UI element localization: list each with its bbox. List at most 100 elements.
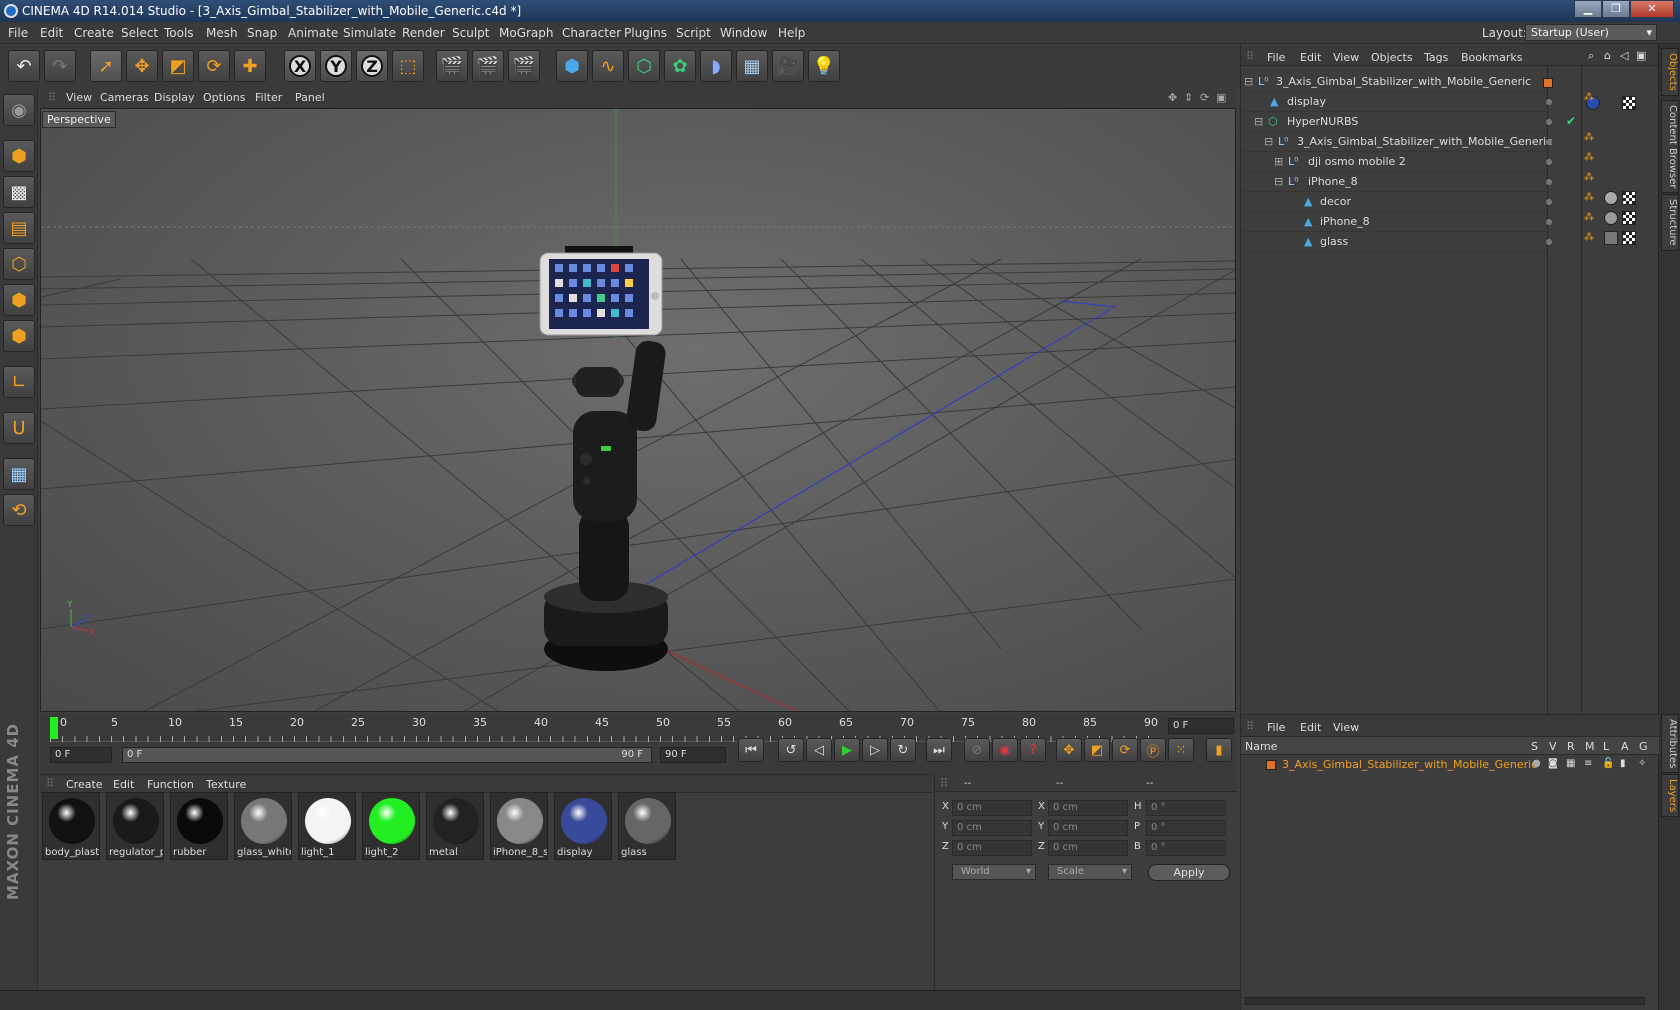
material-swatch[interactable]: glass_white	[234, 792, 292, 860]
collapse-icon[interactable]: ⊟	[1274, 175, 1283, 188]
layout-select[interactable]: Startup (User) ▾	[1525, 24, 1657, 41]
material-swatch[interactable]: light_1	[298, 792, 356, 860]
axis-mode-button[interactable]: ∟	[3, 366, 35, 398]
previous-frame-button[interactable]: ◁	[806, 738, 832, 762]
layers-column-generators[interactable]: G	[1639, 740, 1648, 753]
search-icon[interactable]: ⌕	[1588, 49, 1594, 63]
key-parameter-button[interactable]: Ⓟ	[1140, 738, 1166, 762]
dolly-icon[interactable]: ⇕	[1184, 91, 1193, 104]
phong-tag-icon[interactable]: ⁂	[1584, 132, 1594, 143]
next-key-button[interactable]: ↻	[890, 738, 916, 762]
layers-column-manager[interactable]: M	[1585, 740, 1595, 753]
size-y-field[interactable]: 0 cm	[1048, 820, 1128, 836]
layers-menu-file[interactable]: File	[1267, 721, 1285, 734]
points-mode-button[interactable]: ⬡	[3, 248, 35, 280]
position-z-field[interactable]: 0 cm	[952, 840, 1032, 856]
object-row[interactable]: ▲ display	[1240, 92, 1546, 112]
playhead[interactable]	[50, 717, 58, 739]
viewport-menu-panel[interactable]: Panel	[295, 91, 325, 104]
apply-button[interactable]: Apply	[1148, 864, 1230, 881]
object-row[interactable]: ⊞ L⁰ dji osmo mobile 2	[1240, 152, 1546, 172]
recent-tools-button[interactable]: ✚	[234, 50, 266, 82]
key-position-button[interactable]: ✥	[1056, 738, 1082, 762]
end-frame-field[interactable]: 90 F	[660, 747, 726, 763]
rotation-b-field[interactable]: 0 °	[1146, 840, 1226, 856]
material-swatch[interactable]: light_2	[362, 792, 420, 860]
rotation-p-field[interactable]: 0 °	[1146, 820, 1226, 836]
generator-icon[interactable]: ✧	[1638, 758, 1646, 769]
key-rotation-button[interactable]: ⟳	[1112, 738, 1138, 762]
collapse-icon[interactable]: ⊟	[1254, 115, 1263, 128]
add-light-button[interactable]: 💡	[808, 50, 840, 82]
rotation-h-field[interactable]: 0 °	[1146, 800, 1226, 816]
add-spline-button[interactable]: ∿	[592, 50, 624, 82]
layers-column-locked[interactable]: L	[1603, 740, 1609, 753]
minimize-button[interactable]: ▁	[1574, 0, 1602, 18]
expand-icon[interactable]: ⊞	[1274, 155, 1283, 168]
menu-tools[interactable]: Tools	[164, 26, 194, 40]
horizontal-scrollbar[interactable]	[1245, 997, 1645, 1005]
material-swatch[interactable]: glass	[618, 792, 676, 860]
menu-snap[interactable]: Snap	[247, 26, 277, 40]
layers-column-solo[interactable]: S	[1531, 740, 1538, 753]
menu-character[interactable]: Character	[562, 26, 621, 40]
tab-layers[interactable]: Layers	[1661, 774, 1679, 818]
materials-menu-texture[interactable]: Texture	[206, 778, 246, 791]
live-selection-button[interactable]: ➚	[90, 50, 122, 82]
model-mode-button[interactable]: ⬢	[3, 140, 35, 172]
viewport-menu-view[interactable]: View	[66, 91, 92, 104]
x-axis-button[interactable]: X	[284, 50, 316, 82]
menu-simulate[interactable]: Simulate	[343, 26, 396, 40]
timeline-window-button[interactable]: ▮	[1206, 738, 1232, 762]
texture-tag-icon[interactable]	[1622, 211, 1636, 225]
texture-tag-icon[interactable]	[1622, 191, 1636, 205]
tab-attributes[interactable]: Attributes	[1661, 714, 1679, 774]
layers-menu-edit[interactable]: Edit	[1300, 721, 1321, 734]
objects-menu-objects[interactable]: Objects	[1371, 51, 1413, 64]
eye-icon[interactable]: ◙	[1548, 758, 1558, 769]
add-cube-button[interactable]: ⬢	[556, 50, 588, 82]
coordinate-mode-select[interactable]: World ▾	[952, 864, 1036, 880]
rotate-button[interactable]: ⟳	[198, 50, 230, 82]
layers-column-name[interactable]: Name	[1245, 740, 1277, 753]
new-view-icon[interactable]: ▣	[1636, 49, 1646, 62]
material-tag-icon[interactable]	[1604, 191, 1618, 205]
material-swatch[interactable]: body_plast	[42, 792, 100, 860]
make-editable-button[interactable]: ◉	[3, 94, 35, 126]
layers-column-view[interactable]: V	[1549, 740, 1557, 753]
close-button[interactable]: ✕	[1630, 0, 1674, 18]
objects-menu-tags[interactable]: Tags	[1424, 51, 1448, 64]
render-icon[interactable]: ▦	[1566, 758, 1575, 769]
menu-script[interactable]: Script	[676, 26, 711, 40]
size-x-field[interactable]: 0 cm	[1048, 800, 1128, 816]
menu-edit[interactable]: Edit	[40, 26, 63, 40]
add-nurbs-button[interactable]: ⬡	[628, 50, 660, 82]
add-deformer-button[interactable]: ◗	[700, 50, 732, 82]
visibility-dot[interactable]	[1546, 199, 1552, 205]
add-array-button[interactable]: ✿	[664, 50, 696, 82]
visibility-dot[interactable]	[1546, 159, 1552, 165]
layer-color-swatch[interactable]	[1543, 78, 1553, 88]
material-swatch[interactable]: rubber	[170, 792, 228, 860]
layer-solo-icon[interactable]: ●	[1532, 758, 1541, 769]
edit-render-settings-button[interactable]: 🎬	[508, 50, 540, 82]
current-frame-field[interactable]: 0 F	[1168, 718, 1234, 734]
pan-icon[interactable]: ✥	[1168, 91, 1177, 104]
layers-column-animation[interactable]: A	[1621, 740, 1629, 753]
visibility-dot[interactable]	[1546, 99, 1552, 105]
menu-window[interactable]: Window	[720, 26, 767, 40]
home-icon[interactable]: ⌂	[1604, 49, 1611, 62]
move-button[interactable]: ✥	[126, 50, 158, 82]
layer-row[interactable]: 3_Axis_Gimbal_Stabilizer_with_Mobile_Gen…	[1240, 756, 1658, 774]
key-scale-button[interactable]: ◩	[1084, 738, 1110, 762]
material-swatch[interactable]: iPhone_8_s	[490, 792, 548, 860]
texture-mode-button[interactable]: ▩	[3, 176, 35, 208]
menu-select[interactable]: Select	[121, 26, 158, 40]
phong-tag-icon[interactable]: ⁂	[1584, 212, 1594, 223]
material-swatch[interactable]: regulator_p	[106, 792, 164, 860]
viewport-menu-filter[interactable]: Filter	[255, 91, 282, 104]
navigate-icon[interactable]: ◁	[1620, 49, 1628, 62]
materials-menu-function[interactable]: Function	[147, 778, 194, 791]
materials-menu-create[interactable]: Create	[66, 778, 103, 791]
locked-workplane-button[interactable]: ⟲	[3, 494, 35, 526]
